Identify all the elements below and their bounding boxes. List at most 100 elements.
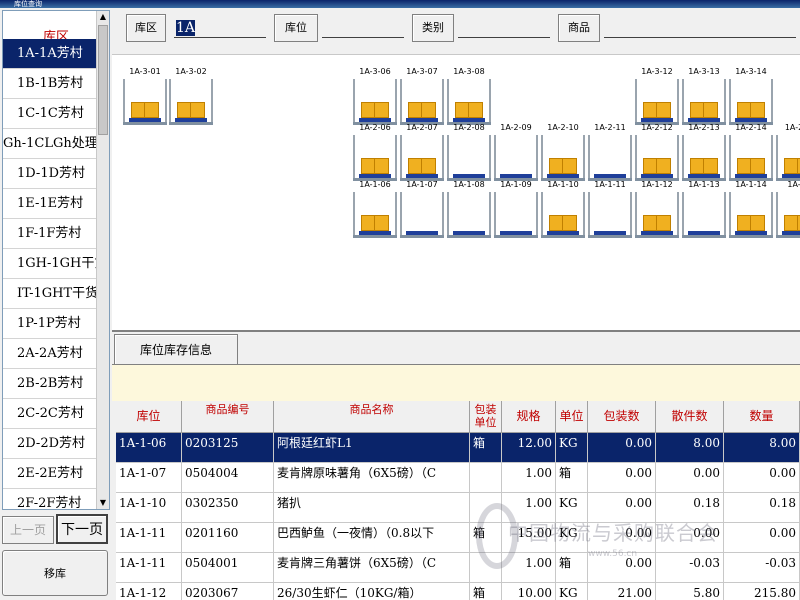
rack-slot[interactable]: 1A-2-07 <box>399 123 445 181</box>
zone-item[interactable]: 2E-2E芳村 <box>3 459 97 489</box>
table-cell: 8.00 <box>724 433 800 463</box>
rack-slot[interactable]: 1A-1-12 <box>634 180 680 238</box>
column-header[interactable]: 包装数 <box>588 401 656 433</box>
rack-slot[interactable]: 1A-2-13 <box>681 123 727 181</box>
table-row[interactable]: 1A-1-06 0203125 阿根廷红虾L1 箱 12.00 KG 0.00 8.00 8.0… <box>116 433 800 463</box>
category-button[interactable]: 类别 <box>412 14 454 42</box>
column-header[interactable]: 规格 <box>502 401 556 433</box>
rack-slot[interactable]: 1A-3-01 <box>122 67 168 125</box>
rack-slot[interactable]: 1A-1-09 <box>493 180 539 238</box>
move-stock-button[interactable]: 移库 <box>2 550 108 596</box>
rack-post <box>541 192 543 238</box>
rack-slot[interactable]: 1A-2-10 <box>540 123 586 181</box>
column-header[interactable]: 包装单位 <box>470 401 502 433</box>
scroll-down-icon[interactable]: ▼ <box>97 497 109 509</box>
rack-slot[interactable]: 1A-1-10 <box>540 180 586 238</box>
next-page-button[interactable]: 下一页 <box>56 514 108 544</box>
rack-slot[interactable]: 1A-3-13 <box>681 67 727 125</box>
rack-slot[interactable]: 1A-2-14 <box>728 123 774 181</box>
zone-item[interactable]: IT-1GHT干货天 <box>3 279 97 309</box>
column-header[interactable]: 商品编号 <box>182 401 274 433</box>
zone-item[interactable]: 2F-2F芳村 <box>3 489 97 509</box>
column-header[interactable]: 散件数 <box>656 401 724 433</box>
zone-item[interactable]: 2A-2A芳村 <box>3 339 97 369</box>
rack-slot[interactable]: 1A-1-14 <box>728 180 774 238</box>
goods-box-icon <box>361 102 389 118</box>
pallet-icon <box>129 118 161 122</box>
zone-list-scrollbar[interactable]: ▲ ▼ <box>96 11 109 509</box>
zone-item[interactable]: 1E-1E芳村 <box>3 189 97 219</box>
rack-slot[interactable]: 1A-1- <box>775 180 800 238</box>
zone-item[interactable]: 2D-2D芳村 <box>3 429 97 459</box>
rack-slot[interactable]: 1A-3-08 <box>446 67 492 125</box>
pallet-icon <box>547 231 579 235</box>
rack-post <box>630 192 632 238</box>
rack-slot[interactable]: 1A-2-08 <box>446 123 492 181</box>
rack-slot-label: 1A-3-06 <box>359 67 391 76</box>
table-cell: 26/30生虾仁（10KG/箱） <box>274 583 470 600</box>
table-row[interactable]: 1A-1-10 0302350 猪扒 1.00 KG 0.00 0.18 0.18 <box>116 493 800 523</box>
zone-item[interactable]: 1D-1D芳村 <box>3 159 97 189</box>
column-header[interactable]: 数量 <box>724 401 800 433</box>
rack-post <box>776 135 778 181</box>
zone-item[interactable]: 1P-1P芳村 <box>3 309 97 339</box>
rack-slot[interactable]: 1A-3-12 <box>634 67 680 125</box>
rack-slot[interactable]: 1A-2-11 <box>587 123 633 181</box>
table-row[interactable]: 1A-1-12 0203067 26/30生虾仁（10KG/箱）箱 10.00 KG 21… <box>116 583 800 600</box>
goods-box-icon <box>361 158 389 174</box>
scroll-up-icon[interactable]: ▲ <box>97 11 109 23</box>
scroll-thumb[interactable] <box>98 25 108 135</box>
rack-slot[interactable]: 1A-1-07 <box>399 180 445 238</box>
location-input[interactable] <box>322 18 404 38</box>
zone-item[interactable]: 2B-2B芳村 <box>3 369 97 399</box>
rack-post <box>771 192 773 238</box>
zone-input[interactable]: 1A <box>174 18 266 38</box>
zone-item[interactable]: 1A-1A芳村 <box>3 39 97 69</box>
zone-button[interactable]: 库区 <box>126 14 166 42</box>
table-row[interactable]: 1A-1-11 0504001 麦肯牌三角薯饼（6X5磅）（C 1.00 箱 0.00 -0… <box>116 553 800 583</box>
tab-location-inventory[interactable]: 库位库存信息 <box>114 334 238 364</box>
rack-slot[interactable]: 1A-1-06 <box>352 180 398 238</box>
location-button[interactable]: 库位 <box>274 14 318 42</box>
zone-item[interactable]: 1C-1C芳村 <box>3 99 97 129</box>
prev-page-button[interactable]: 上一页 <box>2 516 54 544</box>
rack-slot[interactable]: 1A-1-13 <box>681 180 727 238</box>
pallet-icon <box>782 174 800 178</box>
column-header[interactable]: 单位 <box>556 401 588 433</box>
product-input[interactable] <box>604 18 796 38</box>
rack-slot[interactable]: 1A-2-12 <box>634 123 680 181</box>
rack-slot[interactable]: 1A-2-09 <box>493 123 539 181</box>
sidebar: 库区 1A-1A芳村1B-1B芳村1C-1C芳村Gh-1CLGh处理食品1D-1… <box>0 8 110 600</box>
zone-item[interactable]: 1GH-1GH干货 <box>3 249 97 279</box>
zone-item[interactable]: 1B-1B芳村 <box>3 69 97 99</box>
rack-slot-label: 1A-2-08 <box>453 123 485 132</box>
table-row[interactable]: 1A-1-11 0201160 巴西鲈鱼（一夜情）（0.8以下箱 15.00 KG 0.0… <box>116 523 800 553</box>
table-cell <box>470 553 502 583</box>
zone-list[interactable]: 库区 1A-1A芳村1B-1B芳村1C-1C芳村Gh-1CLGh处理食品1D-1… <box>2 10 110 510</box>
rack-slot[interactable]: 1A-3-02 <box>168 67 214 125</box>
rack-slot[interactable]: 1A-2-1 <box>775 123 800 181</box>
pallet-icon <box>406 118 438 122</box>
rack-beam <box>169 122 213 125</box>
rack-slot[interactable]: 1A-3-06 <box>352 67 398 125</box>
rack-slot[interactable]: 1A-3-07 <box>399 67 445 125</box>
zone-item[interactable]: Gh-1CLGh处理食品 <box>3 129 97 159</box>
rack-beam <box>447 235 491 238</box>
product-button[interactable]: 商品 <box>558 14 600 42</box>
zone-item[interactable]: 2C-2C芳村 <box>3 399 97 429</box>
category-input[interactable] <box>458 18 550 38</box>
rack-post <box>489 79 491 125</box>
rack-post <box>447 192 449 238</box>
column-header[interactable]: 库位 <box>116 401 182 433</box>
table-row[interactable]: 1A-1-07 0504004 麦肯牌原味薯角（6X5磅）（C 1.00 箱 0.00 0.… <box>116 463 800 493</box>
rack-post <box>494 135 496 181</box>
column-header[interactable]: 商品名称 <box>274 401 470 433</box>
rack-slot[interactable]: 1A-1-11 <box>587 180 633 238</box>
rack-slot[interactable]: 1A-3-14 <box>728 67 774 125</box>
zone-item[interactable]: 1F-1F芳村 <box>3 219 97 249</box>
rack-post <box>729 192 731 238</box>
rack-slot[interactable]: 1A-1-08 <box>446 180 492 238</box>
table-cell: 巴西鲈鱼（一夜情）（0.8以下 <box>274 523 470 553</box>
pallet-icon <box>782 231 800 235</box>
rack-slot[interactable]: 1A-2-06 <box>352 123 398 181</box>
